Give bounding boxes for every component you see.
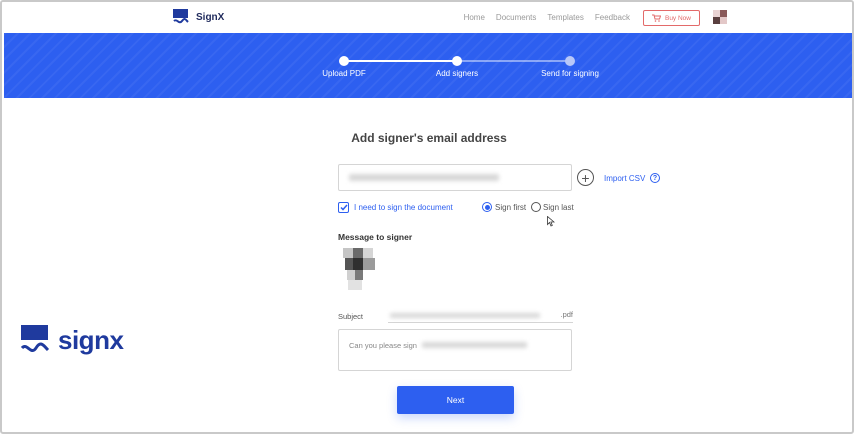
- top-header: SignX Home Documents Templates Feedback …: [2, 2, 852, 33]
- sign-first-label[interactable]: Sign first: [495, 203, 526, 212]
- plus-icon: +: [581, 169, 590, 186]
- help-icon[interactable]: ?: [650, 173, 660, 183]
- nav-templates[interactable]: Templates: [547, 13, 583, 22]
- message-heading: Message to signer: [338, 232, 413, 242]
- sign-document-label[interactable]: I need to sign the document: [354, 203, 453, 212]
- subject-value-redacted: [390, 312, 540, 318]
- app-logo[interactable]: SignX: [172, 8, 224, 26]
- nav-feedback[interactable]: Feedback: [595, 13, 630, 22]
- page-title: Add signer's email address: [351, 131, 507, 145]
- signx-logo-icon: [173, 9, 189, 24]
- add-signer-button[interactable]: +: [577, 169, 594, 186]
- progress-banner: Upload PDF Add signers Send for signing: [4, 33, 852, 98]
- step-dot-upload: [339, 56, 349, 66]
- next-button[interactable]: Next: [397, 386, 514, 414]
- step-dot-send: [565, 56, 575, 66]
- app-window: SignX Home Documents Templates Feedback …: [0, 0, 854, 434]
- step-label-send: Send for signing: [541, 69, 599, 78]
- nav-home[interactable]: Home: [464, 13, 485, 22]
- sign-first-radio[interactable]: [482, 202, 492, 212]
- step-label-signers[interactable]: Add signers: [436, 69, 478, 78]
- brand-name: signx: [58, 324, 124, 355]
- signer-email-input[interactable]: [338, 164, 572, 191]
- nav-documents[interactable]: Documents: [496, 13, 536, 22]
- subject-file-extension: .pdf: [560, 310, 573, 319]
- step-label-upload[interactable]: Upload PDF: [322, 69, 366, 78]
- signx-brand-icon: [20, 325, 50, 352]
- message-textarea[interactable]: Can you please sign: [338, 329, 572, 371]
- app-name: SignX: [196, 11, 225, 23]
- sign-document-checkbox[interactable]: [338, 202, 349, 213]
- sign-last-radio[interactable]: [531, 202, 541, 212]
- sign-last-label[interactable]: Sign last: [543, 203, 574, 212]
- mouse-cursor-icon: [547, 216, 555, 227]
- buy-now-label: Buy Now: [664, 14, 691, 22]
- buy-now-button[interactable]: Buy Now: [643, 10, 700, 26]
- progress-track-done: [344, 60, 457, 62]
- subject-label: Subject: [338, 312, 364, 321]
- checkmark-icon: [339, 204, 348, 211]
- message-value-redacted: [421, 342, 527, 348]
- user-avatar[interactable]: [713, 10, 727, 24]
- email-value-redacted: [349, 174, 499, 181]
- subject-input[interactable]: .pdf: [388, 308, 573, 323]
- step-dot-signers: [452, 56, 462, 66]
- cart-icon: [651, 14, 661, 22]
- progress-track-pending: [457, 60, 570, 62]
- brand-watermark: signx: [20, 324, 124, 356]
- message-text: Can you please sign: [349, 341, 417, 350]
- import-csv-link[interactable]: Import CSV: [604, 174, 645, 183]
- main-nav: Home Documents Templates Feedback: [464, 13, 630, 22]
